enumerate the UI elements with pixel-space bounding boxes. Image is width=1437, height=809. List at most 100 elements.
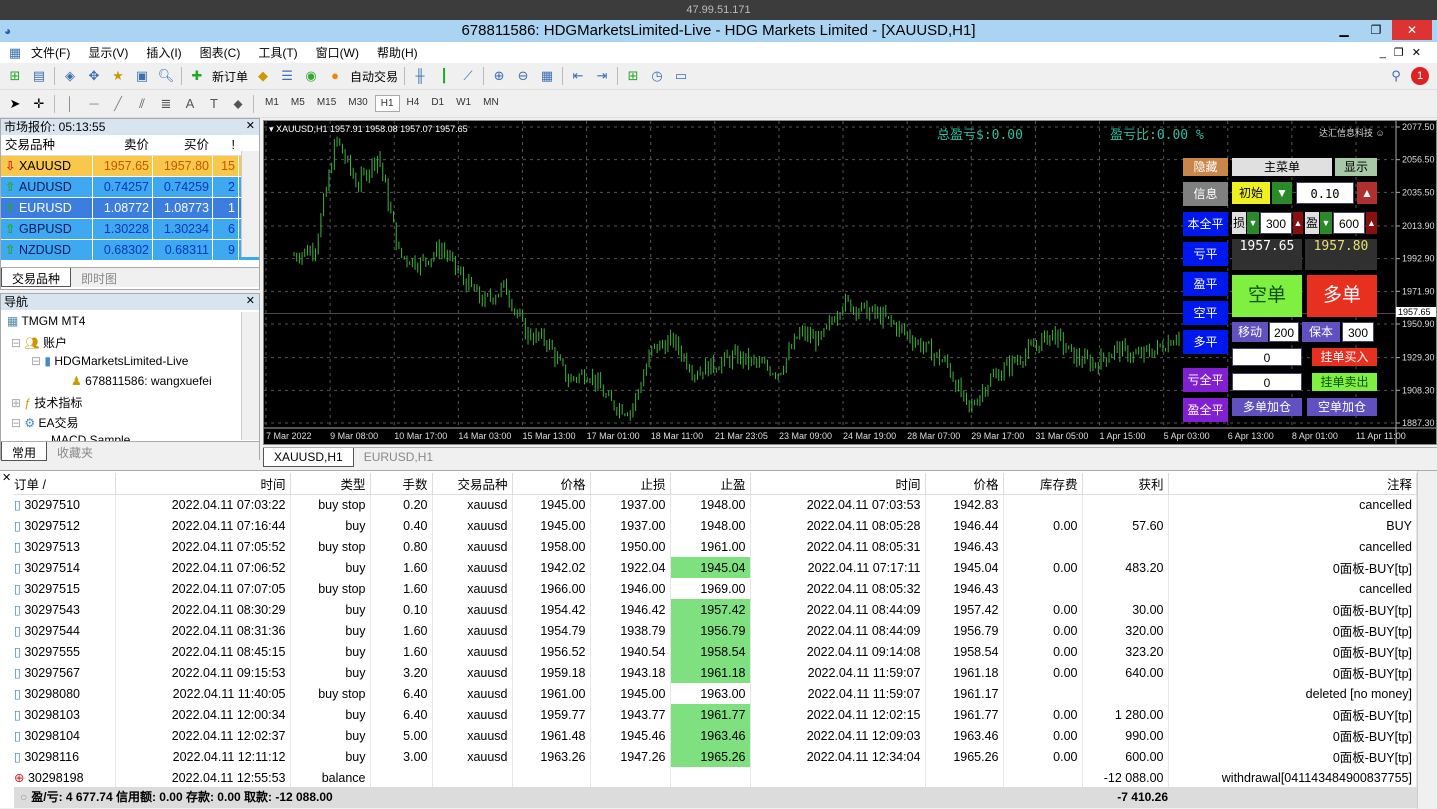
col-bid[interactable]: 卖价 <box>93 135 153 155</box>
navigator-icon[interactable]: ★ <box>109 67 127 85</box>
tab-symbols[interactable]: 交易品种 <box>1 268 72 287</box>
trendline-icon[interactable]: ╱ <box>109 95 127 113</box>
pending-sell-button[interactable]: 挂单卖出 <box>1312 373 1377 391</box>
column-header[interactable]: 止盈 <box>670 473 751 495</box>
metaeditor-icon[interactable]: ◆ <box>254 67 272 85</box>
close-icon[interactable]: ✕ <box>246 294 255 307</box>
close-all-profit-button[interactable]: 盈全平 <box>1183 398 1228 422</box>
maximize-button[interactable]: ❐ <box>1362 20 1390 40</box>
tp-increase-icon[interactable]: ▲ <box>1366 212 1377 234</box>
terminal-icon[interactable]: ▣ <box>133 67 151 85</box>
info-button[interactable]: 信息 <box>1183 182 1228 206</box>
fibonacci-icon[interactable]: ≣ <box>157 95 175 113</box>
main-menu-button[interactable]: 主菜单 <box>1232 158 1332 176</box>
breakeven-input[interactable]: 300 <box>1342 322 1374 342</box>
lots-increase-icon[interactable]: ▲ <box>1357 182 1377 204</box>
text-label-icon[interactable]: T <box>205 95 223 113</box>
table-row[interactable]: ▯ 30298080 2022.04.11 11:40:05 buy stop 6.4… <box>14 683 1417 704</box>
timeframe-d1[interactable]: D1 <box>426 95 449 112</box>
crosshair-icon[interactable]: ✛ <box>30 95 48 113</box>
column-header[interactable]: 时间 <box>750 473 926 495</box>
column-header[interactable]: 价格 <box>512 473 591 495</box>
zoom-out-icon[interactable]: ⊖ <box>514 67 532 85</box>
market-watch-scrollbar[interactable] <box>241 151 259 257</box>
periods-icon[interactable]: ◷ <box>648 67 666 85</box>
new-chart-icon[interactable]: ⊞ <box>6 67 24 85</box>
pending-sell-input[interactable]: 0 <box>1232 373 1302 391</box>
line-chart-icon[interactable]: ⟋ <box>459 67 477 85</box>
equidistant-channel-icon[interactable]: ⫽ <box>133 95 151 113</box>
menu-insert[interactable]: 插入(I) <box>137 44 190 61</box>
col-symbol[interactable]: 交易品种 <box>1 135 93 155</box>
close-button[interactable]: ✕ <box>1392 20 1432 40</box>
market-watch-row[interactable]: ⇧ EURUSD 1.08772 1.08773 1 <box>1 198 259 219</box>
profiles-icon[interactable]: ▤ <box>30 67 48 85</box>
table-row[interactable]: ▯ 30297514 2022.04.11 07:06:52 buy 1.60 xauu… <box>14 557 1417 578</box>
column-header[interactable]: 订单 / <box>14 473 116 495</box>
col-ask[interactable]: 买价 <box>153 135 213 155</box>
buy-button[interactable]: 多单 <box>1307 275 1377 317</box>
market-watch-row[interactable]: ⇧ AUDUSD 0.74257 0.74259 2 <box>1 177 259 198</box>
column-header[interactable]: 库存费 <box>1003 473 1083 495</box>
column-header[interactable]: 价格 <box>925 473 1004 495</box>
pending-buy-button[interactable]: 挂单买入 <box>1312 348 1377 366</box>
table-row[interactable]: ▯ 30297515 2022.04.11 07:07:05 buy stop 1.6… <box>14 578 1417 599</box>
table-row[interactable]: ▯ 30297543 2022.04.11 08:30:29 buy 0.10 xauu… <box>14 599 1417 620</box>
close-short-button[interactable]: 空平 <box>1183 301 1228 325</box>
new-order-button[interactable]: 新订单 <box>212 68 248 85</box>
close-icon[interactable]: ✕ <box>246 119 255 132</box>
chart-shift-icon[interactable]: ⇥ <box>593 67 611 85</box>
table-row[interactable]: ▯ 30297544 2022.04.11 08:31:36 buy 1.60 xauu… <box>14 620 1417 641</box>
candlestick-icon[interactable]: ┃ <box>435 67 453 85</box>
market-watch-icon[interactable]: ◈ <box>61 67 79 85</box>
menu-file[interactable]: 文件(F) <box>22 44 79 61</box>
timeframe-m15[interactable]: M15 <box>312 95 341 112</box>
table-row[interactable]: ⊕ 30298198 2022.04.11 12:55:53 balance -12 … <box>14 767 1417 788</box>
terminal-scrollbar[interactable] <box>1417 471 1437 809</box>
templates-icon[interactable]: ▭ <box>672 67 690 85</box>
nav-accounts[interactable]: ⊟ 👥︎ 账户 <box>11 334 67 351</box>
market-watch-row[interactable]: ⇧ GBPUSD 1.30228 1.30234 6 <box>1 219 259 240</box>
vertical-line-icon[interactable]: │ <box>61 95 79 113</box>
lots-decrease-icon[interactable]: ▼ <box>1272 182 1292 204</box>
autoscroll-icon[interactable]: ⇤ <box>569 67 587 85</box>
table-row[interactable]: ▯ 30298116 2022.04.11 12:11:12 buy 3.00 xauu… <box>14 746 1417 767</box>
tab-favorites[interactable]: 收藏夹 <box>47 442 103 461</box>
timeframe-m1[interactable]: M1 <box>260 95 284 112</box>
nav-macd-sample[interactable]: MACD Sample <box>51 433 130 441</box>
column-header[interactable]: 手数 <box>370 473 433 495</box>
sl-input[interactable]: 300 <box>1260 212 1292 234</box>
market-watch-row[interactable]: ⇩ XAUUSD 1957.65 1957.80 15 <box>1 156 259 177</box>
search-icon[interactable]: ⚲ <box>1387 67 1405 85</box>
column-header[interactable]: 交易品种 <box>432 473 513 495</box>
nav-server[interactable]: ⊟ ▮ HDGMarketsLimited-Live <box>31 354 188 368</box>
bar-chart-icon[interactable]: ╫ <box>411 67 429 85</box>
mdi-controls[interactable]: _❐✕ <box>1380 46 1429 59</box>
timeframe-h4[interactable]: H4 <box>402 95 425 112</box>
nav-indicators[interactable]: ⊞ ƒ 技术指标 <box>11 394 82 411</box>
table-row[interactable]: ▯ 30297555 2022.04.11 08:45:15 buy 1.60 xauu… <box>14 641 1417 662</box>
initial-button[interactable]: 初始 <box>1232 182 1270 204</box>
timeframe-h1[interactable]: H1 <box>374 95 400 112</box>
menu-help[interactable]: 帮助(H) <box>368 44 427 61</box>
add-short-button[interactable]: 空单加仓 <box>1307 398 1377 416</box>
pending-buy-input[interactable]: 0 <box>1232 348 1302 366</box>
sl-increase-icon[interactable]: ▲ <box>1293 212 1303 234</box>
close-profit-button[interactable]: 盈平 <box>1183 272 1228 296</box>
menu-charts[interactable]: 图表(C) <box>191 44 250 61</box>
tab-common[interactable]: 常用 <box>1 442 48 461</box>
navigator-scrollbar[interactable] <box>241 312 259 440</box>
auto-trade-button[interactable]: 自动交易 <box>350 68 398 85</box>
show-button[interactable]: 显示 <box>1335 158 1377 176</box>
menu-view[interactable]: 显示(V) <box>79 44 137 61</box>
table-row[interactable]: ▯ 30297512 2022.04.11 07:16:44 buy 0.40 xauu… <box>14 515 1417 536</box>
market-icon[interactable]: ◉ <box>302 67 320 85</box>
tab-tick-chart[interactable]: 即时图 <box>71 268 127 287</box>
text-icon[interactable]: A <box>181 95 199 113</box>
close-loss-button[interactable]: 亏平 <box>1183 242 1228 266</box>
lots-input[interactable]: 0.10 <box>1296 182 1354 204</box>
add-long-button[interactable]: 多单加仓 <box>1232 398 1302 416</box>
column-header[interactable]: 获利 <box>1082 473 1169 495</box>
table-row[interactable]: ▯ 30297510 2022.04.11 07:03:22 buy stop 0.2… <box>14 494 1417 515</box>
notification-badge-icon[interactable]: 1 <box>1411 67 1429 85</box>
